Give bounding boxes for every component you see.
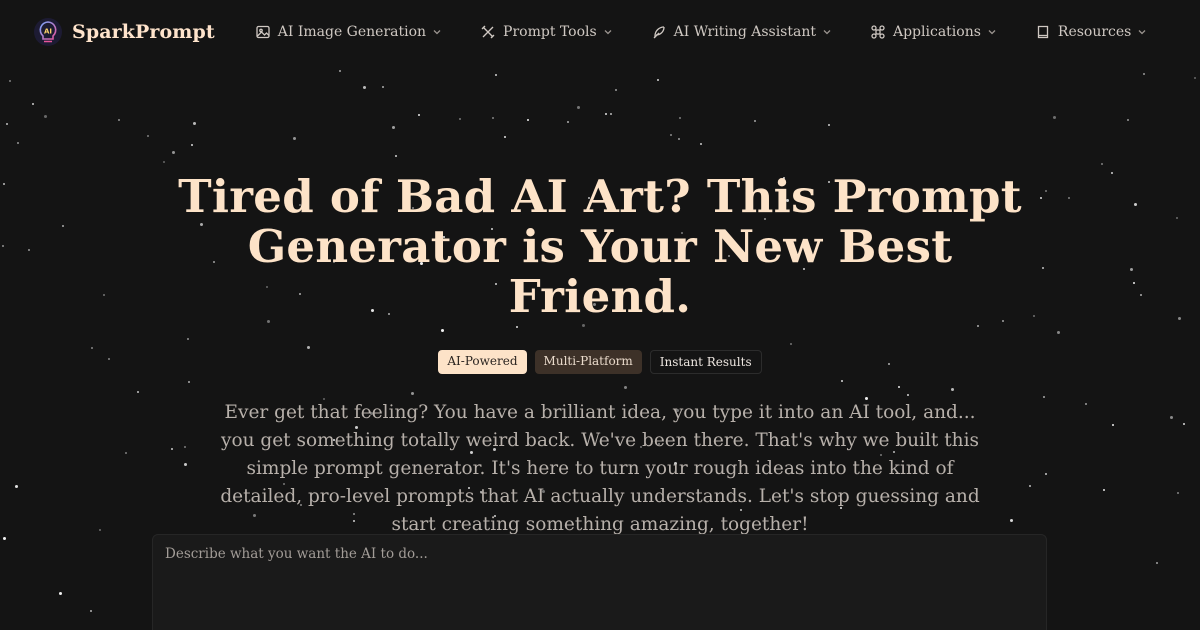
star-dot (1156, 562, 1158, 564)
chevron-down-icon (603, 27, 613, 37)
image-icon (255, 24, 271, 40)
prompt-input-container (152, 534, 1047, 630)
star-dot (492, 117, 494, 119)
feather-icon (651, 24, 667, 40)
badge-multi-platform: Multi-Platform (534, 350, 642, 374)
star-dot (754, 120, 756, 122)
badge-instant-results: Instant Results (649, 350, 762, 374)
nav-item-label: AI Image Generation (277, 24, 427, 40)
nav-item-label: Resources (1057, 24, 1132, 40)
brand-name: SparkPrompt (72, 21, 215, 43)
star-dot (118, 119, 120, 121)
nav-item-label: Prompt Tools (503, 24, 597, 40)
star-dot (147, 135, 149, 137)
nav-item-prompt-tools[interactable]: Prompt Tools (480, 24, 613, 40)
hero-description: Ever get that feeling? You have a brilli… (220, 402, 980, 535)
star-dot (6, 123, 8, 125)
star-dot (678, 138, 680, 140)
nav-menu: AI Image Generation Prompt Tools AI Writ… (255, 24, 1186, 40)
svg-text:AI: AI (44, 28, 52, 36)
command-icon (870, 24, 886, 40)
star-dot (59, 592, 62, 595)
nav-item-label: Applications (892, 24, 981, 40)
star-dot (339, 70, 341, 72)
hero-title: Tired of Bad AI Art? This Prompt Generat… (178, 170, 1022, 323)
star-dot (527, 119, 529, 121)
star-dot (293, 137, 296, 140)
star-dot (172, 151, 175, 154)
star-dot (17, 142, 19, 144)
star-dot (495, 74, 497, 76)
star-dot (459, 118, 461, 120)
chevron-down-icon (1137, 27, 1147, 37)
star-dot (9, 80, 11, 82)
star-dot (615, 89, 617, 91)
star-dot (610, 113, 612, 115)
star-dot (657, 79, 659, 81)
nav-item-label: AI Writing Assistant (673, 24, 816, 40)
star-dot (504, 136, 506, 138)
tools-icon (480, 24, 496, 40)
brand[interactable]: AI SparkPrompt (33, 17, 215, 47)
star-dot (679, 117, 681, 119)
star-dot (1053, 116, 1056, 119)
star-dot (670, 134, 672, 136)
star-dot (44, 115, 47, 118)
star-dot (363, 86, 366, 89)
star-dot (382, 86, 384, 88)
star-dot (577, 106, 580, 109)
star-dot (392, 126, 395, 129)
chevron-down-icon (822, 27, 832, 37)
top-navigation: AI SparkPrompt AI Image Generation Promp… (0, 0, 1200, 64)
chevron-down-icon (987, 27, 997, 37)
nav-item-resources[interactable]: Resources (1035, 24, 1147, 40)
star-dot (605, 113, 607, 115)
chevron-down-icon (432, 27, 442, 37)
book-icon (1035, 24, 1051, 40)
star-dot (418, 114, 420, 116)
star-dot (191, 144, 193, 146)
star-dot (1194, 77, 1196, 79)
star-dot (700, 143, 702, 145)
badge-ai-powered: AI-Powered (438, 350, 527, 374)
star-dot (1127, 119, 1129, 121)
star-dot (1143, 73, 1145, 75)
star-dot (828, 124, 830, 126)
star-dot (163, 161, 165, 163)
star-dot (32, 103, 34, 105)
nav-item-applications[interactable]: Applications (870, 24, 997, 40)
star-dot (90, 610, 92, 612)
feature-badges: AI-Powered Multi-Platform Instant Result… (0, 350, 1200, 374)
star-dot (395, 155, 397, 157)
nav-item-ai-image-generation[interactable]: AI Image Generation (255, 24, 442, 40)
nav-item-ai-writing-assistant[interactable]: AI Writing Assistant (651, 24, 832, 40)
prompt-input[interactable] (165, 546, 1034, 630)
ai-lightbulb-icon: AI (33, 17, 63, 47)
star-dot (193, 122, 196, 125)
star-dot (1101, 163, 1103, 165)
star-dot (567, 121, 569, 123)
hero-section: Tired of Bad AI Art? This Prompt Generat… (0, 172, 1200, 539)
